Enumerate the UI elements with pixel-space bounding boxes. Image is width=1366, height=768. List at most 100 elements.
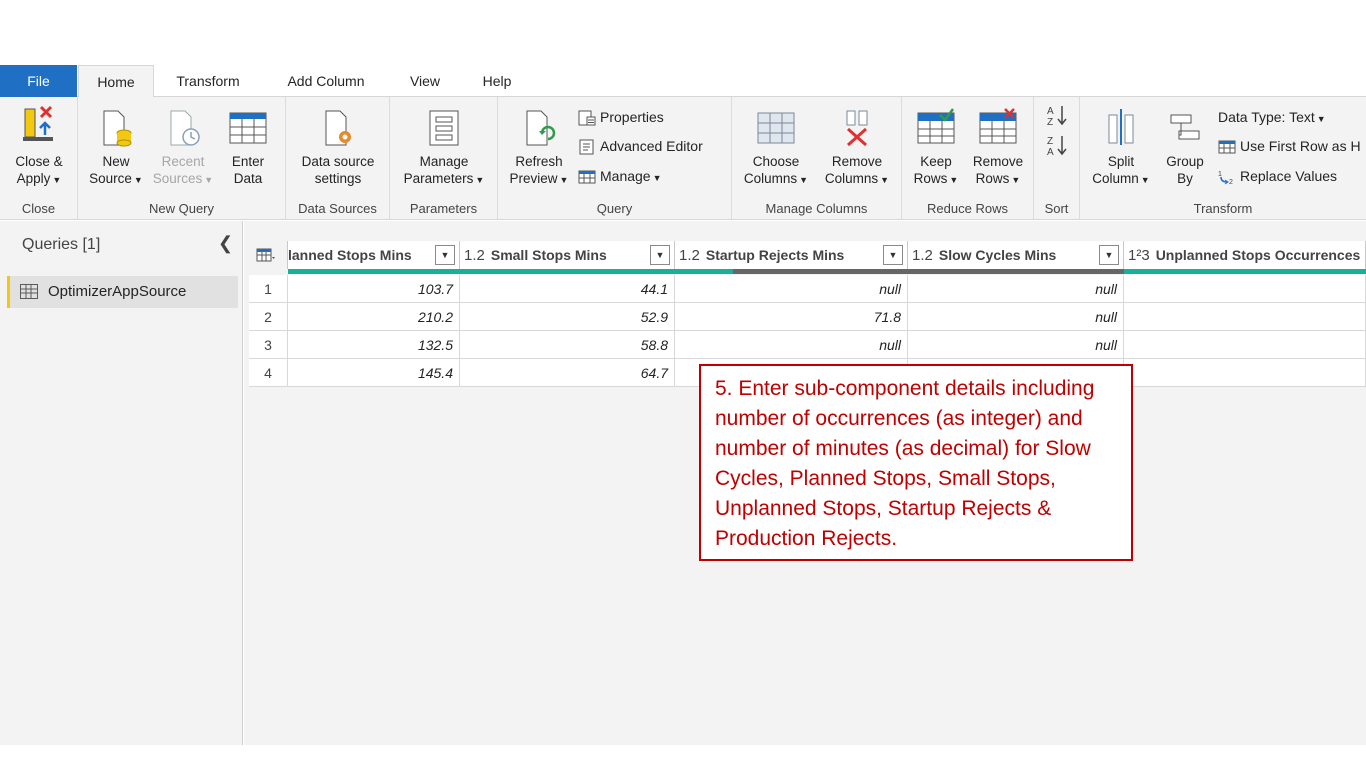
manage-parameters-button[interactable]: Manage Parameters ▼ <box>396 101 492 189</box>
manage-button[interactable]: Manage ▼ <box>578 166 662 188</box>
table-cell[interactable] <box>1124 359 1366 387</box>
filter-dropdown-icon[interactable]: ▼ <box>435 245 455 265</box>
table-cell[interactable] <box>1124 275 1366 303</box>
table-cell[interactable]: null <box>908 303 1124 331</box>
replace-values-icon: 12 <box>1218 169 1236 186</box>
sort-descending-button[interactable]: ZA <box>1042 133 1072 161</box>
table-icon <box>228 101 268 153</box>
enter-data-label-1: Enter <box>231 154 265 169</box>
remove-columns-button[interactable]: Remove Columns ▼ <box>818 101 896 189</box>
chevron-down-icon: ▼ <box>559 175 569 185</box>
column-header[interactable]: 1.2 Slow Cycles Mins ▼ <box>908 241 1124 269</box>
group-by-button[interactable]: Group By <box>1158 101 1212 187</box>
data-type-dropdown[interactable]: Data Type: Text ▼ <box>1218 107 1326 129</box>
tab-file[interactable]: File <box>0 65 77 97</box>
use-first-row-label: Use First Row as H <box>1240 138 1361 154</box>
group-label-close: Close <box>21 201 56 216</box>
table-cell[interactable]: null <box>675 275 908 303</box>
group-label-manage-columns: Manage Columns <box>765 201 868 216</box>
table-cell[interactable]: 64.7 <box>460 359 675 387</box>
table-icon <box>256 248 275 262</box>
column-quality-bar-empty <box>733 269 908 274</box>
advanced-editor-button[interactable]: Advanced Editor <box>578 136 703 156</box>
recent-sources-button[interactable]: Recent Sources ▼ <box>150 101 216 189</box>
keep-rows-label-1: Keep <box>920 154 952 169</box>
table-cell[interactable]: null <box>675 331 908 359</box>
use-first-row-button[interactable]: Use First Row as H <box>1218 136 1361 156</box>
group-parameters: Manage Parameters ▼ Parameters <box>390 97 498 220</box>
properties-button[interactable]: Properties <box>578 107 664 127</box>
enter-data-button[interactable]: Enter Data <box>220 101 276 187</box>
table-cell[interactable]: 132.5 <box>288 331 460 359</box>
refresh-icon <box>519 101 559 153</box>
close-apply-label-2: Apply <box>16 171 51 186</box>
table-cell[interactable]: 58.8 <box>460 331 675 359</box>
table-cell[interactable] <box>1124 331 1366 359</box>
ribbon-tab-bar: File Home Transform Add Column View Help <box>0 65 1366 98</box>
table-menu-button[interactable] <box>249 241 288 269</box>
decimal-type-icon[interactable]: 1.2 <box>464 247 485 264</box>
tab-home[interactable]: Home <box>78 65 154 98</box>
split-column-button[interactable]: Split Column ▼ <box>1084 101 1158 189</box>
row-number[interactable]: 2 <box>249 303 288 331</box>
remove-columns-label-1: Remove <box>831 154 883 169</box>
table-row: 3 132.5 58.8 null null <box>249 331 1366 359</box>
remove-rows-label-1: Remove <box>972 154 1024 169</box>
tab-transform[interactable]: Transform <box>160 65 256 97</box>
table-cell[interactable]: 44.1 <box>460 275 675 303</box>
column-quality-bar <box>675 269 733 274</box>
row-number[interactable]: 1 <box>249 275 288 303</box>
keep-rows-button[interactable]: Keep Rows ▼ <box>906 101 966 189</box>
tab-view[interactable]: View <box>396 65 454 97</box>
row-number[interactable]: 4 <box>249 359 288 387</box>
column-header[interactable]: lanned Stops Mins ▼ <box>288 241 460 269</box>
table-cell[interactable]: null <box>908 275 1124 303</box>
group-label-parameters: Parameters <box>409 201 478 216</box>
data-source-settings-button[interactable]: Data source settings <box>290 101 386 187</box>
table-cell[interactable] <box>1124 303 1366 331</box>
table-cell[interactable]: 210.2 <box>288 303 460 331</box>
decimal-type-icon[interactable]: 1.2 <box>912 247 933 264</box>
table-cell[interactable]: 103.7 <box>288 275 460 303</box>
refresh-preview-button[interactable]: Refresh Preview ▼ <box>504 101 574 189</box>
tab-add-column[interactable]: Add Column <box>270 65 382 97</box>
choose-columns-button[interactable]: Choose Columns ▼ <box>738 101 814 189</box>
group-manage-columns: Choose Columns ▼ Remove Columns ▼ Manage C… <box>732 97 902 220</box>
filter-dropdown-icon[interactable]: ▼ <box>883 245 903 265</box>
replace-values-button[interactable]: 1 2 Replace Values <box>1218 166 1337 186</box>
refresh-label-2: Preview <box>509 171 558 186</box>
new-source-label-2: Source <box>89 171 132 186</box>
choose-columns-label-1: Choose <box>752 154 800 169</box>
new-source-button[interactable]: New Source ▼ <box>84 101 148 189</box>
manage-parameters-label-1: Manage <box>419 154 469 169</box>
chevron-down-icon: ▼ <box>1316 114 1326 124</box>
decimal-type-icon[interactable]: 1.2 <box>679 247 700 264</box>
first-row-icon <box>1218 139 1236 155</box>
svg-text:A: A <box>1047 147 1054 157</box>
column-quality-bar-empty <box>908 269 1124 274</box>
filter-dropdown-icon[interactable]: ▼ <box>650 245 670 265</box>
table-cell[interactable]: 71.8 <box>675 303 908 331</box>
column-header[interactable]: 1.2 Small Stops Mins ▼ <box>460 241 675 269</box>
table-cell[interactable]: null <box>908 331 1124 359</box>
filter-dropdown-icon[interactable]: ▼ <box>1099 245 1119 265</box>
row-number[interactable]: 3 <box>249 331 288 359</box>
column-header[interactable]: 1²3 Unplanned Stops Occurrences <box>1124 241 1366 269</box>
sort-ascending-button[interactable]: AZ <box>1042 103 1072 131</box>
group-label-transform: Transform <box>1193 201 1253 216</box>
column-header[interactable]: 1.2 Startup Rejects Mins ▼ <box>675 241 908 269</box>
svg-text:1: 1 <box>1218 171 1222 178</box>
whole-number-type-icon[interactable]: 1²3 <box>1128 247 1150 264</box>
table-cell[interactable]: 145.4 <box>288 359 460 387</box>
remove-rows-button[interactable]: Remove Rows ▼ <box>966 101 1030 189</box>
group-reduce-rows: Keep Rows ▼ Remove Rows ▼ Reduce Rows <box>902 97 1034 220</box>
tab-help[interactable]: Help <box>468 65 526 97</box>
query-item[interactable]: OptimizerAppSource <box>7 276 238 308</box>
close-apply-icon <box>19 101 59 153</box>
table-cell[interactable]: 52.9 <box>460 303 675 331</box>
close-apply-button[interactable]: Close & Apply ▼ <box>4 101 74 189</box>
group-by-label-2: By <box>1177 171 1193 186</box>
column-name: Slow Cycles Mins <box>938 247 1057 263</box>
collapse-chevron-icon[interactable]: ❮ <box>218 233 233 254</box>
group-by-label-1: Group <box>1166 154 1204 169</box>
